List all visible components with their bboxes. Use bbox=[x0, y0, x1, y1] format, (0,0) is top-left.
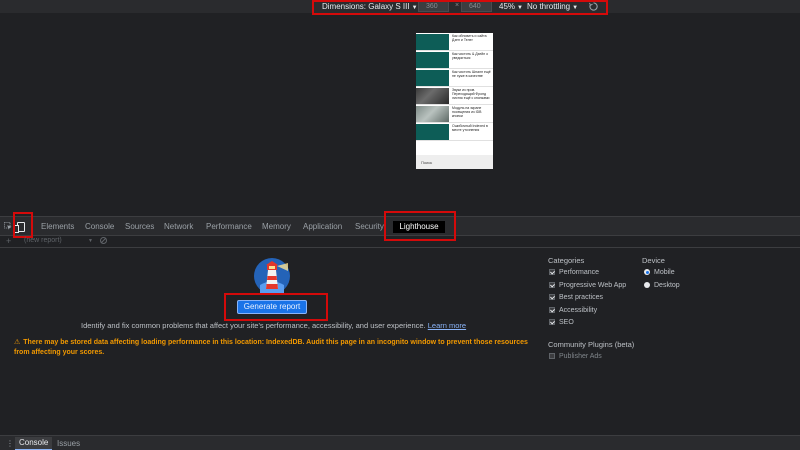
category-label: Performance bbox=[559, 269, 600, 276]
category-accessibility-checkbox[interactable]: Accessibility bbox=[549, 306, 597, 315]
page-footer-text: Поиск bbox=[421, 160, 433, 165]
checkbox-icon[interactable] bbox=[549, 282, 555, 288]
category-label: Best practices bbox=[559, 294, 603, 301]
article-title: Как обновить и сайта Дзен и Телег bbox=[452, 34, 487, 42]
category-label: SEO bbox=[559, 319, 574, 326]
category-seo-checkbox[interactable]: SEO bbox=[549, 318, 574, 327]
tab-memory[interactable]: Memory bbox=[262, 221, 291, 232]
device-heading: Device bbox=[642, 256, 665, 265]
clear-reports-icon[interactable] bbox=[100, 237, 107, 244]
warning-text: There may be stored data affecting loadi… bbox=[14, 339, 528, 356]
category-best-practices-checkbox[interactable]: Best practices bbox=[549, 293, 603, 302]
article-thumbnail bbox=[416, 34, 449, 50]
generate-button-highlight bbox=[224, 293, 328, 321]
device-toggle-highlight bbox=[13, 212, 33, 238]
drawer-tab-issues[interactable]: Issues bbox=[57, 438, 80, 450]
article-title: Ошибочный Indexed в месте уточнения bbox=[452, 124, 488, 132]
learn-more-link[interactable]: Learn more bbox=[428, 321, 466, 330]
description-text: Identify and fix common problems that af… bbox=[81, 321, 426, 330]
checkbox-icon[interactable] bbox=[549, 353, 555, 359]
tab-network[interactable]: Network bbox=[164, 221, 193, 232]
warning-icon: ⚠ bbox=[14, 339, 21, 346]
checkbox-icon[interactable] bbox=[549, 269, 555, 275]
radio-icon[interactable] bbox=[644, 269, 650, 275]
article-title: Как чистить Шпалн ещё не хуже в качестве bbox=[452, 70, 491, 78]
article-thumbnail bbox=[416, 88, 449, 104]
emulated-page-viewport[interactable]: Как обновить и сайта Дзен и Телег Как чи… bbox=[416, 33, 493, 169]
inspect-element-icon[interactable] bbox=[4, 222, 12, 230]
device-option-label: Desktop bbox=[654, 282, 680, 289]
article-thumbnail bbox=[416, 124, 449, 140]
checkbox-icon[interactable] bbox=[549, 307, 555, 313]
category-label: Progressive Web App bbox=[559, 282, 627, 289]
lighthouse-logo bbox=[254, 258, 290, 294]
article-thumbnail bbox=[416, 106, 449, 122]
plugin-publisher-ads-checkbox[interactable]: Publisher Ads bbox=[549, 352, 602, 361]
checkbox-icon[interactable] bbox=[549, 319, 555, 325]
device-desktop-radio[interactable]: Desktop bbox=[644, 281, 680, 290]
article-item[interactable]: Модуль на экране посещения из IDB кнопки bbox=[416, 105, 493, 123]
category-performance-checkbox[interactable]: Performance bbox=[549, 268, 599, 277]
lighthouse-report-bar: + (new report) ▼ bbox=[0, 236, 800, 248]
indexeddb-warning: ⚠ There may be stored data affecting load… bbox=[14, 338, 544, 358]
categories-heading: Categories bbox=[548, 256, 585, 265]
radio-icon[interactable] bbox=[644, 282, 650, 288]
tab-security[interactable]: Security bbox=[355, 221, 384, 232]
chevron-down-icon[interactable]: ▼ bbox=[88, 238, 93, 244]
category-pwa-checkbox[interactable]: Progressive Web App bbox=[549, 281, 626, 290]
tab-console[interactable]: Console bbox=[85, 221, 114, 232]
article-title: Как чистить & Дзейн о уведоиться bbox=[452, 52, 489, 60]
plugin-label: Publisher Ads bbox=[559, 353, 602, 360]
lighthouse-description: Identify and fix common problems that af… bbox=[81, 321, 466, 330]
drawer-tab-console[interactable]: Console bbox=[15, 437, 53, 450]
article-item[interactable]: Ошибочный Indexed в месте уточнения bbox=[416, 123, 493, 141]
tab-application[interactable]: Application bbox=[303, 221, 342, 232]
article-item[interactable]: Как чистить & Дзейн о уведоиться bbox=[416, 51, 493, 69]
tab-elements[interactable]: Elements bbox=[41, 221, 74, 232]
community-plugins-heading: Community Plugins (beta) bbox=[548, 340, 635, 349]
tab-performance[interactable]: Performance bbox=[206, 221, 252, 232]
report-select[interactable]: (new report) bbox=[24, 237, 62, 244]
devtools-drawer: ⋮ Console Issues bbox=[0, 435, 800, 450]
article-title: Звуки из пров. Переходящий Фронд листик … bbox=[452, 88, 490, 100]
device-option-label: Mobile bbox=[654, 269, 675, 276]
checkbox-icon[interactable] bbox=[549, 294, 555, 300]
device-mobile-radio[interactable]: Mobile bbox=[644, 268, 675, 277]
article-thumbnail bbox=[416, 52, 449, 68]
category-label: Accessibility bbox=[559, 307, 598, 314]
add-report-icon[interactable]: + bbox=[6, 236, 11, 246]
article-title: Модуль на экране посещения из IDB кнопки bbox=[452, 106, 482, 118]
article-thumbnail bbox=[416, 70, 449, 86]
more-options-icon[interactable]: ⋮ bbox=[6, 439, 14, 448]
article-item[interactable]: Как обновить и сайта Дзен и Телег bbox=[416, 33, 493, 51]
device-toolbar-highlight bbox=[312, 0, 608, 15]
article-item[interactable]: Как чистить Шпалн ещё не хуже в качестве bbox=[416, 69, 493, 87]
tab-sources[interactable]: Sources bbox=[125, 221, 154, 232]
article-item[interactable]: Звуки из пров. Переходящий Фронд листик … bbox=[416, 87, 493, 105]
